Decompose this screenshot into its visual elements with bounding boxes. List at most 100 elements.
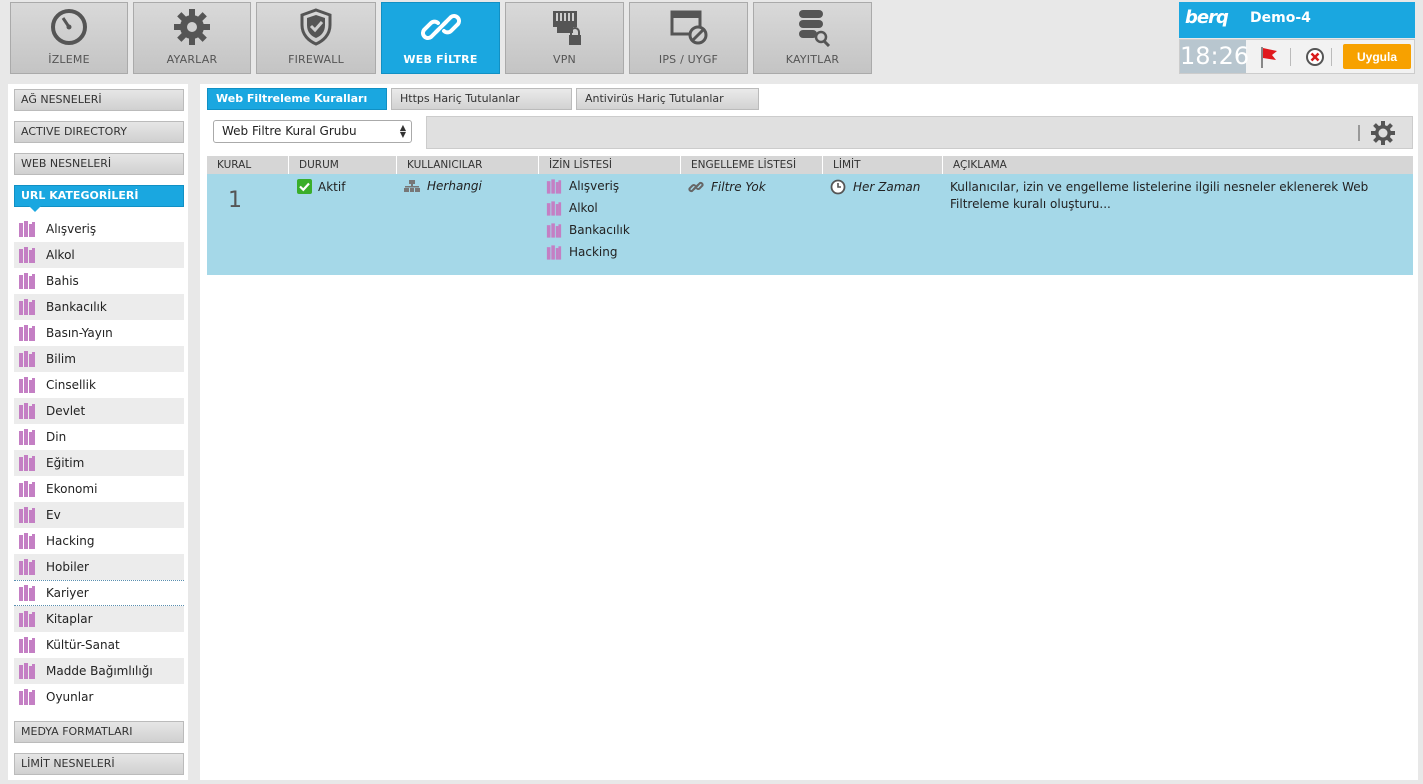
category-item[interactable]: Ev bbox=[14, 502, 184, 528]
column-header-engelleme-listesi[interactable]: ENGELLEME LİSTESİ bbox=[680, 156, 822, 174]
category-item-selected[interactable]: Kariyer bbox=[14, 580, 184, 606]
nav-label: FIREWALL bbox=[288, 53, 344, 66]
allow-list-label: Alkol bbox=[569, 201, 598, 215]
allow-list-label: Bankacılık bbox=[569, 223, 630, 237]
column-header-kural[interactable]: KURAL bbox=[207, 156, 288, 174]
clock-icon bbox=[830, 179, 846, 195]
column-header-aciklama[interactable]: AÇIKLAMA bbox=[942, 156, 1413, 174]
books-icon bbox=[19, 663, 35, 679]
category-item[interactable]: Alkol bbox=[14, 242, 184, 268]
tab-antivirus-haric[interactable]: Antivirüs Hariç Tutulanlar bbox=[576, 88, 759, 110]
sidebar-section-limit-nesneleri[interactable]: LİMİT NESNELERİ bbox=[14, 753, 184, 775]
gauge-icon bbox=[47, 5, 91, 49]
category-item[interactable]: Hobiler bbox=[14, 554, 184, 580]
nav-label: AYARLAR bbox=[166, 53, 218, 66]
status-cell: Aktif bbox=[297, 179, 345, 194]
category-list: Alışveriş Alkol Bahis Bankacılık Basın-Y… bbox=[14, 216, 184, 716]
books-icon bbox=[19, 559, 35, 575]
books-icon bbox=[19, 351, 35, 367]
column-header-izin-listesi[interactable]: İZİN LİSTESİ bbox=[538, 156, 680, 174]
books-icon bbox=[19, 325, 35, 341]
category-item[interactable]: Basın-Yayın bbox=[14, 320, 184, 346]
nav-ayarlar[interactable]: AYARLAR bbox=[133, 2, 251, 74]
books-icon bbox=[19, 221, 35, 237]
apply-button[interactable]: Uygula bbox=[1343, 44, 1411, 69]
sidebar-section-url-kategorileri[interactable]: URL KATEGORİLERİ bbox=[14, 185, 184, 212]
users-cell: Herhangi bbox=[404, 179, 482, 193]
sidebar-section-ag-nesneleri[interactable]: AĞ NESNELERİ bbox=[14, 89, 184, 111]
category-label: Din bbox=[46, 430, 67, 444]
description-text: Kullanıcılar, izin ve engelleme listeler… bbox=[950, 180, 1369, 211]
category-label: Alışveriş bbox=[46, 222, 97, 236]
flag-icon[interactable] bbox=[1258, 45, 1280, 69]
toolbar bbox=[426, 116, 1413, 149]
select-arrows-icon: ▲ ▼ bbox=[399, 123, 406, 139]
nav-izleme[interactable]: İZLEME bbox=[10, 2, 128, 74]
category-label: Bilim bbox=[46, 352, 76, 366]
category-item[interactable]: Cinsellik bbox=[14, 372, 184, 398]
category-item[interactable]: Din bbox=[14, 424, 184, 450]
sidebar-section-active-directory[interactable]: ACTIVE DIRECTORY bbox=[14, 121, 184, 143]
books-icon bbox=[19, 299, 35, 315]
category-item[interactable]: Oyunlar bbox=[14, 684, 184, 710]
books-icon bbox=[546, 178, 562, 194]
divider bbox=[1358, 125, 1360, 141]
tab-https-haric[interactable]: Https Hariç Tutulanlar bbox=[391, 88, 572, 110]
category-item[interactable]: Kültür-Sanat bbox=[14, 632, 184, 658]
gear-icon bbox=[170, 5, 214, 49]
network-icon bbox=[404, 180, 420, 192]
tab-web-filtreleme-kurallari[interactable]: Web Filtreleme Kuralları bbox=[207, 88, 387, 110]
category-item[interactable]: Bilim bbox=[14, 346, 184, 372]
books-icon bbox=[19, 377, 35, 393]
shield-icon bbox=[294, 5, 338, 49]
allow-list-item: Bankacılık bbox=[546, 219, 630, 241]
nav-label: KAYITLAR bbox=[785, 53, 840, 66]
table-row[interactable]: 1 Aktif Herhangi Alışveriş Alkol Bankacı… bbox=[207, 174, 1413, 275]
rule-group-select[interactable]: Web Filtre Kural Grubu ▲ ▼ bbox=[213, 120, 412, 143]
category-item[interactable]: Kitaplar bbox=[14, 606, 184, 632]
category-item[interactable]: Madde Bağımlılığı bbox=[14, 658, 184, 684]
category-item[interactable]: Hacking bbox=[14, 528, 184, 554]
nav-web-filtre[interactable]: WEB FİLTRE bbox=[381, 2, 500, 74]
nav-firewall[interactable]: FIREWALL bbox=[256, 2, 376, 74]
books-icon bbox=[19, 533, 35, 549]
category-item[interactable]: Alışveriş bbox=[14, 216, 184, 242]
category-label: Madde Bağımlılığı bbox=[46, 664, 153, 678]
sidebar-section-web-nesneleri[interactable]: WEB NESNELERİ bbox=[14, 153, 184, 175]
nav-ips-uygf[interactable]: IPS / UYGF bbox=[629, 2, 748, 74]
category-label: Oyunlar bbox=[46, 690, 94, 704]
books-icon bbox=[19, 481, 35, 497]
books-icon bbox=[19, 689, 35, 705]
column-header-limit[interactable]: LİMİT bbox=[822, 156, 942, 174]
nav-label: VPN bbox=[553, 53, 576, 66]
sidebar-scrollbar[interactable] bbox=[188, 84, 195, 780]
category-item[interactable]: Devlet bbox=[14, 398, 184, 424]
device-panel: berq Demo-4 18:26 Uygula bbox=[1179, 2, 1415, 74]
nav-label: IPS / UYGF bbox=[658, 53, 719, 66]
settings-gear-icon[interactable] bbox=[1370, 120, 1396, 146]
network-lock-icon bbox=[543, 5, 587, 49]
close-icon[interactable] bbox=[1305, 47, 1325, 67]
books-icon bbox=[19, 507, 35, 523]
nav-label: WEB FİLTRE bbox=[403, 53, 478, 66]
sidebar: AĞ NESNELERİ ACTIVE DIRECTORY WEB NESNEL… bbox=[8, 84, 195, 780]
books-icon bbox=[19, 637, 35, 653]
allow-list-item: Alışveriş bbox=[546, 175, 630, 197]
database-search-icon bbox=[791, 5, 835, 49]
nav-vpn[interactable]: VPN bbox=[505, 2, 624, 74]
select-value: Web Filtre Kural Grubu bbox=[222, 124, 357, 138]
category-label: Bankacılık bbox=[46, 300, 107, 314]
category-item[interactable]: Bahis bbox=[14, 268, 184, 294]
brand-logo: berq bbox=[1185, 7, 1229, 28]
category-label: Eğitim bbox=[46, 456, 85, 470]
column-header-kullanicilar[interactable]: KULLANICILAR bbox=[396, 156, 538, 174]
books-icon bbox=[19, 455, 35, 471]
category-item[interactable]: Ekonomi bbox=[14, 476, 184, 502]
category-label: Kültür-Sanat bbox=[46, 638, 120, 652]
nav-kayitlar[interactable]: KAYITLAR bbox=[753, 2, 872, 74]
category-item[interactable]: Eğitim bbox=[14, 450, 184, 476]
column-header-durum[interactable]: DURUM bbox=[288, 156, 396, 174]
category-item[interactable]: Bankacılık bbox=[14, 294, 184, 320]
books-icon bbox=[546, 222, 562, 238]
sidebar-section-medya-formatlari[interactable]: MEDYA FORMATLARI bbox=[14, 721, 184, 743]
